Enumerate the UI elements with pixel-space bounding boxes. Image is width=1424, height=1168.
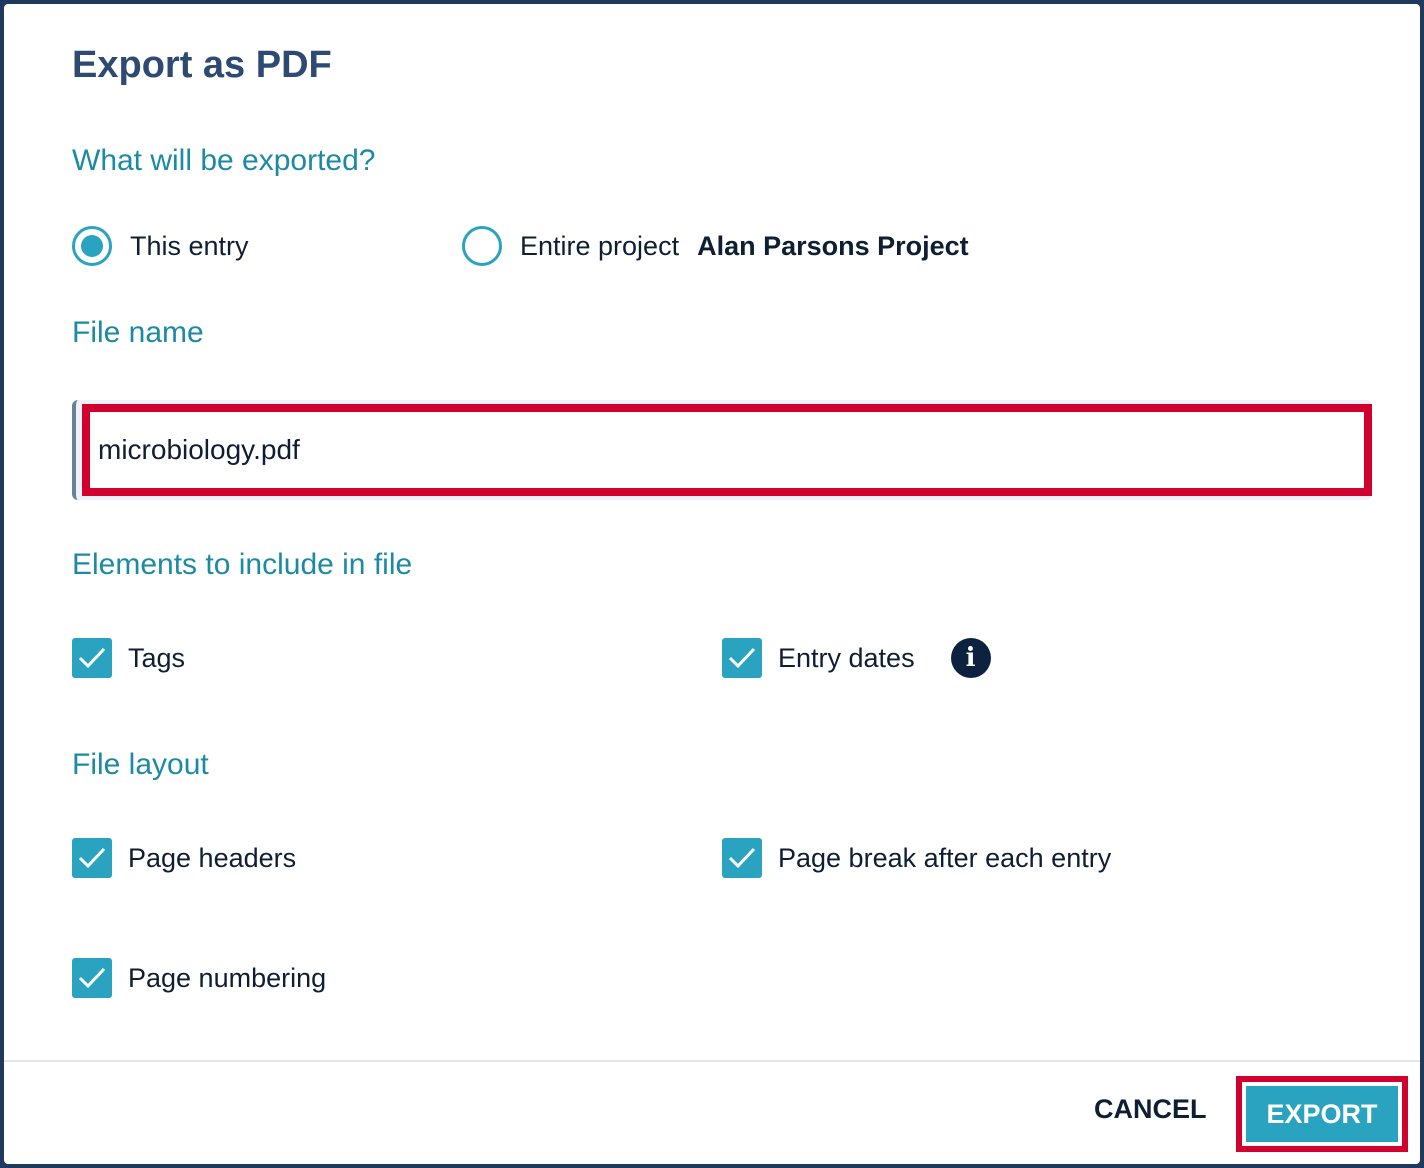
export-scope-label: What will be exported? — [72, 144, 376, 177]
file-name-label: File name — [72, 316, 204, 349]
checkbox-tags[interactable]: Tags — [72, 638, 185, 678]
checkbox-checked-icon[interactable] — [722, 838, 762, 878]
export-button-highlight: EXPORT — [1236, 1076, 1408, 1152]
dialog-title: Export as PDF — [72, 44, 332, 86]
checkbox-checked-icon[interactable] — [72, 958, 112, 998]
radio-entire-project-label: Entire project — [520, 230, 680, 261]
checkbox-page-numbering-label: Page numbering — [128, 962, 327, 993]
checkbox-checked-icon[interactable] — [722, 638, 762, 678]
footer-divider — [4, 1060, 1420, 1062]
project-name: Alan Parsons Project — [697, 230, 969, 261]
export-button[interactable]: EXPORT — [1246, 1086, 1398, 1142]
cancel-button[interactable]: CANCEL — [1094, 1094, 1207, 1125]
radio-button-unselected[interactable] — [462, 226, 502, 266]
checkbox-page-break-label: Page break after each entry — [778, 842, 1112, 873]
checkbox-entry-dates[interactable]: Entry dates i — [722, 638, 991, 678]
checkbox-page-headers-label: Page headers — [128, 842, 297, 873]
checkbox-page-headers[interactable]: Page headers — [72, 838, 296, 878]
radio-entire-project[interactable]: Entire project Alan Parsons Project — [462, 226, 969, 266]
file-name-highlight — [82, 404, 1372, 496]
checkbox-checked-icon[interactable] — [72, 638, 112, 678]
radio-this-entry[interactable]: This entry — [72, 226, 249, 266]
checkbox-page-numbering[interactable]: Page numbering — [72, 958, 326, 998]
radio-button-selected[interactable] — [72, 226, 112, 266]
checkbox-page-break[interactable]: Page break after each entry — [722, 838, 1111, 878]
file-layout-label: File layout — [72, 748, 209, 781]
export-pdf-dialog: Export as PDF What will be exported? Thi… — [4, 4, 1420, 1164]
checkbox-tags-label: Tags — [128, 642, 186, 673]
checkbox-checked-icon[interactable] — [72, 838, 112, 878]
file-name-input[interactable] — [98, 430, 1338, 470]
info-icon[interactable]: i — [950, 638, 991, 678]
checkbox-entry-dates-label: Entry dates — [778, 642, 915, 673]
radio-this-entry-label: This entry — [130, 230, 249, 261]
elements-label: Elements to include in file — [72, 548, 413, 581]
